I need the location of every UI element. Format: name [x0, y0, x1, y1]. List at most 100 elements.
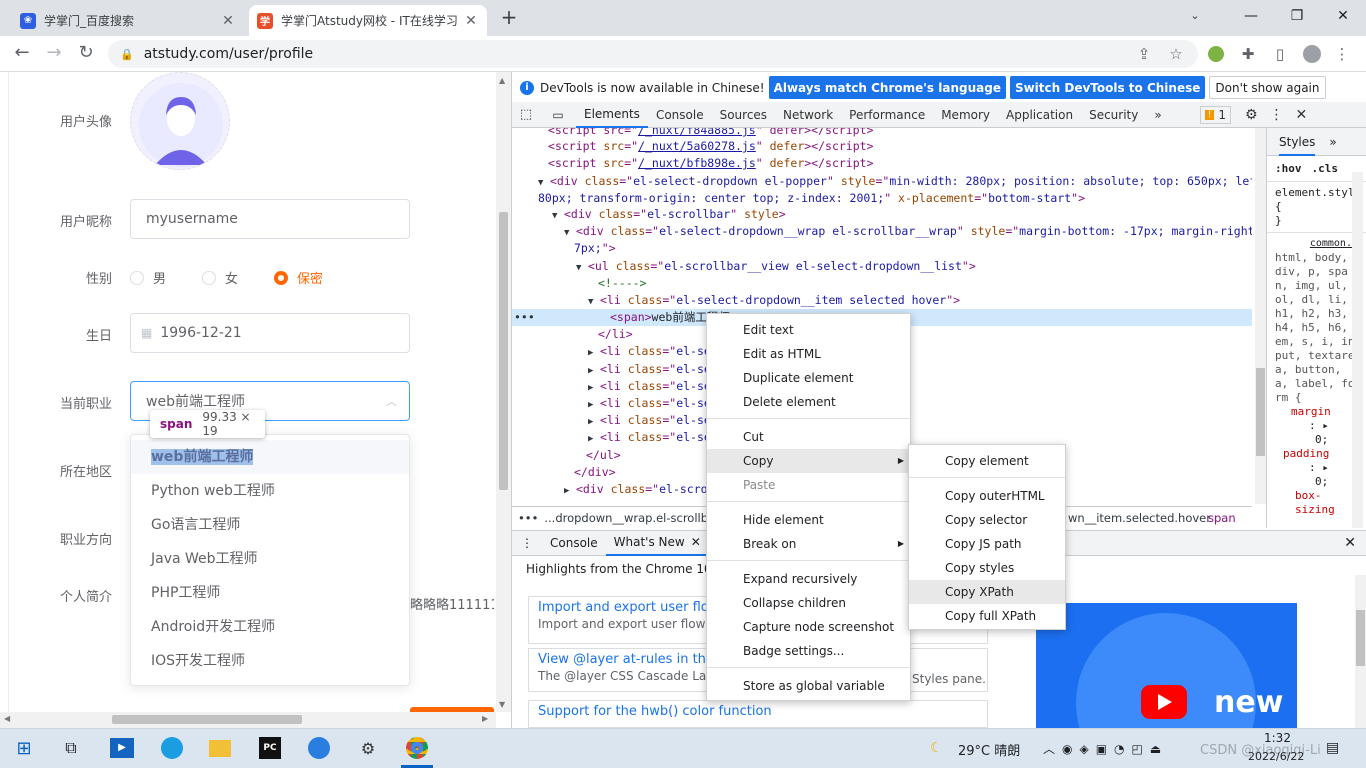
drawer-menu-icon[interactable]: ⋮: [512, 536, 542, 550]
extensions-puzzle-icon[interactable]: ✚: [1236, 42, 1260, 66]
new-tab-button[interactable]: +: [497, 6, 521, 30]
tab-search-icon[interactable]: ⌄: [1185, 6, 1205, 26]
scroll-down-arrow-icon[interactable]: ▼: [499, 700, 505, 709]
page-horizontal-scroll-thumb[interactable]: [112, 715, 302, 724]
close-drawer-icon[interactable]: ✕: [1344, 535, 1356, 551]
browser-tab-atstudy[interactable]: 学 学掌门Atstudy网校 - IT在线学习 ✕: [249, 5, 487, 36]
gender-radio-female[interactable]: 女: [202, 268, 238, 287]
css-value[interactable]: 0;: [1275, 433, 1358, 447]
stylesheet-link[interactable]: common.…: [1275, 237, 1358, 251]
close-devtools-icon[interactable]: ✕: [1296, 107, 1308, 123]
job-option[interactable]: Go语言工程师: [131, 508, 409, 542]
system-tray-icons[interactable]: ︿◉◈▣◔◰⏏: [1043, 740, 1168, 757]
menu-item-copy-outerhtml[interactable]: Copy outerHTML: [909, 484, 1065, 508]
menu-item-store-global[interactable]: Store as global variable: [707, 674, 910, 698]
pycharm-icon[interactable]: PC: [254, 732, 286, 764]
sogou-icon[interactable]: [303, 732, 335, 764]
dom-node[interactable]: ▼ <div class="el-select-dropdown__wrap el…: [512, 223, 1252, 240]
menu-item-copy-styles[interactable]: Copy styles: [909, 556, 1065, 580]
tab-console[interactable]: Console: [648, 102, 712, 128]
windows-start-icon[interactable]: ⊞: [8, 732, 40, 764]
chrome-menu-icon[interactable]: ⋮: [1330, 42, 1354, 66]
close-tab-icon[interactable]: ✕: [463, 13, 479, 29]
dom-node[interactable]: <script src="/_nuxt/5a60278.js" defer></…: [512, 138, 1252, 155]
dom-node[interactable]: ▼ <div class="el-select-dropdown el-poppe…: [512, 173, 1252, 190]
menu-item-hide[interactable]: Hide element: [707, 508, 910, 532]
birthday-input[interactable]: ▦ 1996-12-21: [130, 313, 410, 353]
gender-radio-male[interactable]: 男: [130, 268, 166, 287]
css-property[interactable]: margin: [1275, 405, 1358, 419]
menu-item-duplicate[interactable]: Duplicate element: [707, 366, 910, 390]
menu-item-cut[interactable]: Cut: [707, 425, 910, 449]
styles-more-icon[interactable]: »: [1329, 135, 1336, 149]
job-option[interactable]: Android开发工程师: [131, 610, 409, 644]
issues-badge[interactable]: ! 1: [1199, 105, 1231, 124]
bookmark-star-icon[interactable]: ☆: [1164, 42, 1188, 66]
css-value[interactable]: 0;: [1275, 475, 1358, 489]
job-option[interactable]: Python web工程师: [131, 474, 409, 508]
user-avatar[interactable]: [130, 72, 230, 170]
notification-icon[interactable]: ▤: [1326, 740, 1339, 756]
maximize-button[interactable]: ❐: [1274, 0, 1320, 32]
job-option[interactable]: Java Web工程师: [131, 542, 409, 576]
devtools-menu-icon[interactable]: ⋮: [1270, 107, 1284, 123]
whats-new-video[interactable]: new: [1036, 603, 1297, 728]
settings-gear-icon[interactable]: ⚙: [1245, 107, 1258, 123]
reload-icon[interactable]: ↻: [72, 38, 100, 66]
styles-tab[interactable]: Styles: [1279, 128, 1316, 156]
close-drawer-tab-icon[interactable]: ✕: [691, 535, 701, 549]
task-view-icon[interactable]: ⧉: [55, 732, 87, 764]
more-tabs-icon[interactable]: »: [1146, 102, 1169, 128]
minimize-button[interactable]: —: [1228, 0, 1274, 32]
tab-elements[interactable]: Elements: [576, 102, 648, 128]
scroll-up-arrow-icon[interactable]: ▲: [499, 76, 505, 85]
menu-item-copy[interactable]: Copy ▶: [707, 449, 910, 473]
device-toolbar-icon[interactable]: ▭: [540, 108, 576, 122]
file-explorer-icon[interactable]: [204, 732, 236, 764]
weather-text[interactable]: 29°C 晴朗: [958, 740, 1020, 759]
rule-selectors[interactable]: html, body, div, p, span, img, ul, ol, d…: [1275, 251, 1358, 405]
profile-avatar-icon[interactable]: [1300, 42, 1324, 66]
tab-network[interactable]: Network: [775, 102, 841, 128]
page-vertical-scroll-thumb[interactable]: [499, 212, 508, 490]
extension-badge-icon[interactable]: [1204, 42, 1228, 66]
styles-scrollbar[interactable]: [1352, 172, 1363, 528]
gender-radio-secret[interactable]: 保密: [274, 268, 323, 287]
nickname-input[interactable]: myusername: [130, 199, 410, 239]
close-tab-icon[interactable]: ✕: [220, 13, 236, 29]
back-arrow-icon[interactable]: ←: [8, 38, 36, 66]
feature-card[interactable]: Support for the hwb() color function: [528, 700, 988, 728]
menu-item-badge[interactable]: Badge settings...: [707, 639, 910, 663]
menu-item-edit-text[interactable]: Edit text: [707, 318, 910, 342]
settings-icon[interactable]: ⚙: [352, 732, 384, 764]
menu-item-capture[interactable]: Capture node screenshot: [707, 615, 910, 639]
menu-item-copy-selector[interactable]: Copy selector: [909, 508, 1065, 532]
breadcrumb-item[interactable]: ...dropdown__wrap.el-scrollbar__wrap: [544, 511, 714, 525]
dom-node[interactable]: ▼ <ul class="el-scrollbar__view el-select…: [512, 258, 1252, 275]
element-style-rule[interactable]: element.style {: [1275, 186, 1361, 214]
tab-performance[interactable]: Performance: [841, 102, 933, 128]
breadcrumb-more-icon[interactable]: •••: [512, 511, 544, 525]
always-match-language-button[interactable]: Always match Chrome's language: [768, 76, 1006, 99]
job-option[interactable]: IOS开发工程师: [131, 644, 409, 678]
class-toggle[interactable]: .cls: [1312, 162, 1339, 175]
scroll-right-arrow-icon[interactable]: ▶: [482, 714, 488, 723]
menu-item-expand[interactable]: Expand recursively: [707, 567, 910, 591]
scroll-left-arrow-icon[interactable]: ◀: [4, 714, 10, 723]
elements-scroll-thumb[interactable]: [1256, 368, 1265, 456]
inspect-element-icon[interactable]: ⬚: [512, 107, 540, 122]
menu-item-copy-element[interactable]: Copy element: [909, 449, 1065, 473]
share-icon[interactable]: ⇪: [1132, 42, 1156, 66]
menu-item-break-on[interactable]: Break on ▶: [707, 532, 910, 556]
switch-to-chinese-button[interactable]: Switch DevTools to Chinese: [1009, 76, 1206, 99]
menu-item-delete[interactable]: Delete element: [707, 390, 910, 414]
tab-application[interactable]: Application: [998, 102, 1081, 128]
drawer-tab-console[interactable]: Console: [542, 530, 606, 556]
side-panel-icon[interactable]: ▯: [1268, 42, 1292, 66]
menu-item-edit-html[interactable]: Edit as HTML: [707, 342, 910, 366]
forward-arrow-icon[interactable]: →: [40, 38, 68, 66]
job-option[interactable]: web前端工程师: [131, 440, 409, 474]
address-bar[interactable]: 🔒 atstudy.com/user/profile: [108, 40, 1198, 68]
hover-state-toggle[interactable]: :hov: [1275, 162, 1302, 175]
card-title[interactable]: Support for the hwb() color function: [538, 704, 978, 719]
